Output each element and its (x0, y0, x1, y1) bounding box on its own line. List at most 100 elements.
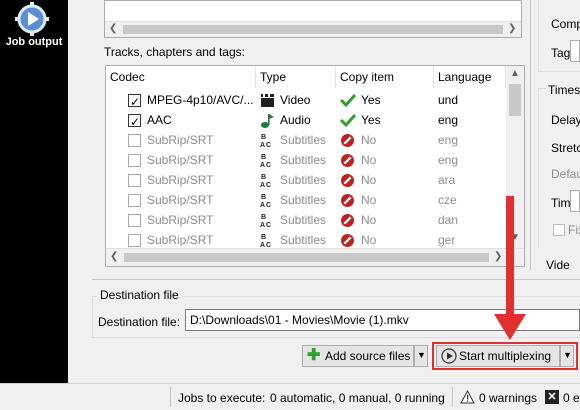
svg-text:B: B (261, 134, 266, 141)
track-type: Subtitles (280, 153, 327, 167)
tracks-horizontal-scrollbar[interactable]: ❮ ❯ (106, 248, 524, 266)
svg-text:A: A (260, 182, 265, 188)
scroll-left-icon[interactable]: ❮ (110, 251, 118, 262)
track-type: Subtitles (280, 193, 327, 207)
stretch-label: Stretc (551, 141, 580, 155)
track-row[interactable]: SubRip/SRT B A C Subtitles No eng (106, 150, 506, 170)
jobs-to-execute-label: Jobs to execute: (178, 391, 266, 405)
scroll-thumb[interactable] (124, 253, 489, 262)
errors-count[interactable]: 0 e (563, 391, 580, 405)
svg-text:B: B (261, 214, 266, 221)
track-row[interactable]: SubRip/SRT B A C Subtitles No dan (106, 210, 506, 230)
track-codec: MPEG-4p10/AVC/... (147, 93, 254, 107)
track-row[interactable]: SubRip/SRT B A C Subtitles No ara (106, 170, 506, 190)
track-checkbox[interactable] (128, 154, 141, 167)
fix-bitstream-label: Fix (568, 223, 580, 237)
track-checkbox[interactable] (128, 134, 141, 147)
files-list[interactable]: ❮ ❯ (104, 0, 522, 38)
add-source-files-button[interactable]: ✚ Add source files (302, 345, 414, 367)
track-copy-item: No (361, 153, 377, 167)
svg-text:B: B (261, 194, 266, 201)
svg-text:C: C (266, 142, 271, 148)
track-codec: SubRip/SRT (147, 193, 214, 207)
track-codec: SubRip/SRT (147, 213, 214, 227)
files-horizontal-scrollbar[interactable]: ❮ ❯ (105, 21, 521, 37)
scroll-up-icon[interactable]: ▲ (510, 68, 520, 79)
delay-label: Delay (551, 113, 580, 127)
add-source-dropdown-button[interactable]: ▼ (414, 345, 428, 367)
chevron-down-icon: ▼ (417, 350, 426, 360)
jobs-count-value: 0 automatic, 0 manual, 0 running (270, 391, 445, 405)
track-language: und (438, 93, 459, 107)
track-type: Subtitles (280, 173, 327, 187)
add-source-files-label: Add source files (325, 349, 411, 363)
svg-text:C: C (266, 202, 271, 208)
left-sidebar: Job output (0, 0, 68, 410)
track-type: Subtitles (280, 233, 327, 247)
tags-field[interactable] (570, 40, 580, 62)
checkmark-icon: ✓ (130, 95, 141, 109)
track-checkbox[interactable] (128, 214, 141, 227)
scroll-right-icon[interactable]: ❯ (508, 23, 516, 34)
track-language: dan (438, 213, 459, 227)
svg-text:B: B (261, 154, 266, 161)
red-arrow-annotation (494, 196, 526, 340)
scroll-thumb[interactable] (123, 25, 503, 34)
track-row[interactable]: SubRip/SRT B A C Subtitles No eng (106, 130, 506, 150)
track-checkbox[interactable] (128, 234, 141, 247)
track-type: Subtitles (280, 213, 327, 227)
status-bar: Jobs to execute: 0 automatic, 0 manual, … (0, 383, 580, 410)
svg-text:A: A (260, 162, 265, 168)
track-copy-item: No (361, 213, 377, 227)
track-row[interactable]: SubRip/SRT B A C Subtitles No ger (106, 230, 506, 250)
track-codec: SubRip/SRT (147, 233, 214, 247)
fix-bitstream-checkbox[interactable] (553, 224, 565, 236)
job-output-label[interactable]: Job output (0, 36, 68, 48)
svg-text:C: C (266, 222, 271, 228)
track-checkbox[interactable]: ✓ (128, 94, 141, 109)
default-duration-label: Defau (551, 167, 580, 181)
track-type: Subtitles (280, 133, 327, 147)
scroll-left-icon[interactable]: ❮ (109, 23, 117, 34)
track-row[interactable]: ✓ AAC Audio Yes eng (106, 110, 506, 130)
track-row[interactable]: ✓ MPEG-4p10/AVC/... Video Yes und (106, 90, 506, 110)
svg-text:A: A (260, 202, 265, 208)
timestamp-file-field[interactable] (570, 190, 580, 212)
start-dropdown-button[interactable]: ▼ (560, 345, 574, 367)
column-type[interactable]: Type (256, 66, 336, 88)
track-language: eng (438, 153, 459, 167)
warnings-count[interactable]: 0 warnings (479, 391, 537, 405)
destination-group-label: Destination file (97, 288, 182, 302)
track-copy-item: Yes (361, 93, 381, 107)
tracks-section-label: Tracks, chapters and tags: (104, 45, 245, 59)
track-codec: SubRip/SRT (147, 133, 214, 147)
job-output-icon[interactable] (14, 2, 50, 36)
track-row[interactable]: SubRip/SRT B A C Subtitles No cze (106, 190, 506, 210)
svg-text:A: A (260, 142, 265, 148)
compression-label: Comp (551, 17, 580, 31)
track-codec: SubRip/SRT (147, 153, 214, 167)
svg-text:B: B (261, 174, 266, 181)
column-copy-item[interactable]: Copy item (336, 66, 434, 88)
start-multiplexing-button[interactable]: Start multiplexing (436, 345, 560, 367)
column-codec[interactable]: Codec (106, 66, 256, 88)
track-checkbox[interactable] (128, 174, 141, 187)
play-circle-icon (441, 348, 457, 364)
error-icon: ✕ (545, 390, 559, 404)
warning-icon (460, 390, 475, 404)
column-language[interactable]: Language (434, 66, 506, 88)
scroll-thumb[interactable] (509, 84, 521, 116)
tracks-table[interactable]: Codec Type Copy item Language ✓ MPEG-4p10… (105, 65, 525, 267)
track-copy-item: No (361, 133, 377, 147)
track-copy-item: No (361, 233, 377, 247)
track-language: ger (438, 233, 456, 247)
track-language: eng (438, 133, 459, 147)
svg-text:B: B (261, 234, 266, 241)
track-checkbox[interactable]: ✓ (128, 114, 141, 129)
chevron-down-icon: ▼ (563, 350, 572, 360)
track-type: Audio (280, 113, 311, 127)
track-language: cze (438, 193, 457, 207)
track-language: ara (438, 173, 456, 187)
track-checkbox[interactable] (128, 194, 141, 207)
timestamps-group-label: Timest (546, 83, 580, 97)
